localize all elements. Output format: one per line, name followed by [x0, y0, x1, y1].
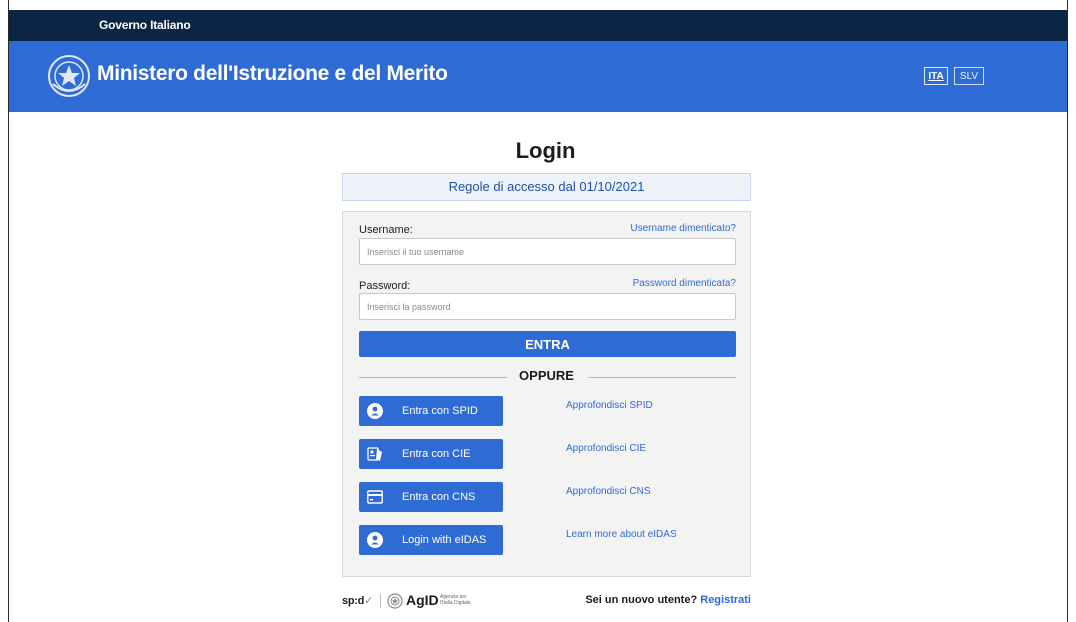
page-border-right	[1067, 0, 1068, 622]
eidas-login-button[interactable]: Login with eIDAS	[359, 525, 503, 555]
agid-logo: AgID	[406, 592, 439, 608]
register-prompt-text: Sei un nuovo utente?	[585, 594, 698, 606]
cns-card-icon	[367, 490, 383, 504]
agid-emblem-icon	[387, 593, 403, 609]
password-input[interactable]	[359, 293, 736, 320]
register-prompt: Sei un nuovo utente? Registrati	[560, 594, 751, 606]
password-label: Password:	[359, 280, 411, 292]
username-input[interactable]	[359, 238, 736, 265]
separator-label: OPPURE	[519, 368, 574, 383]
cns-login-button[interactable]: Entra con CNS	[359, 482, 503, 512]
spid-login-button[interactable]: Entra con SPID	[359, 396, 503, 426]
cns-login-label: Entra con CNS	[402, 491, 476, 503]
logo-divider	[380, 594, 381, 608]
language-ita-button[interactable]: ITA	[924, 67, 948, 85]
language-slv-button[interactable]: SLV	[954, 67, 984, 85]
eidas-user-icon	[367, 532, 383, 548]
spid-user-icon	[367, 403, 383, 419]
cie-login-button[interactable]: Entra con CIE	[359, 439, 503, 469]
ministry-title[interactable]: Ministero dell'Istruzione e del Merito	[97, 62, 448, 86]
login-submit-button[interactable]: ENTRA	[359, 331, 736, 357]
username-label: Username:	[359, 224, 413, 236]
forgot-password-link[interactable]: Password dimenticata?	[633, 278, 736, 289]
access-rules-link[interactable]: Regole di accesso dal 01/10/2021	[342, 173, 751, 201]
cie-learn-more-link[interactable]: Approfondisci CIE	[566, 443, 646, 454]
cie-card-icon	[367, 447, 382, 461]
cns-learn-more-link[interactable]: Approfondisci CNS	[566, 486, 650, 497]
login-card: Username: Username dimenticato? Password…	[342, 211, 751, 577]
page-title: Login	[515, 138, 576, 163]
spid-learn-more-link[interactable]: Approfondisci SPID	[566, 400, 653, 411]
site-header: Ministero dell'Istruzione e del Merito I…	[9, 41, 1067, 112]
register-link[interactable]: Registrati	[700, 594, 751, 606]
agid-subtitle: Agenzia per l'Italia Digitale	[440, 594, 471, 606]
eidas-learn-more-link[interactable]: Learn more about eIDAS	[566, 529, 677, 540]
forgot-username-link[interactable]: Username dimenticato?	[630, 223, 736, 234]
government-bar: Governo Italiano	[9, 10, 1067, 41]
republic-emblem-icon	[48, 55, 90, 97]
spid-logo: sp:d✓	[342, 595, 373, 607]
government-bar-label[interactable]: Governo Italiano	[99, 18, 191, 32]
spid-login-label: Entra con SPID	[402, 405, 478, 417]
eidas-login-label: Login with eIDAS	[402, 534, 487, 546]
cie-login-label: Entra con CIE	[402, 448, 471, 460]
